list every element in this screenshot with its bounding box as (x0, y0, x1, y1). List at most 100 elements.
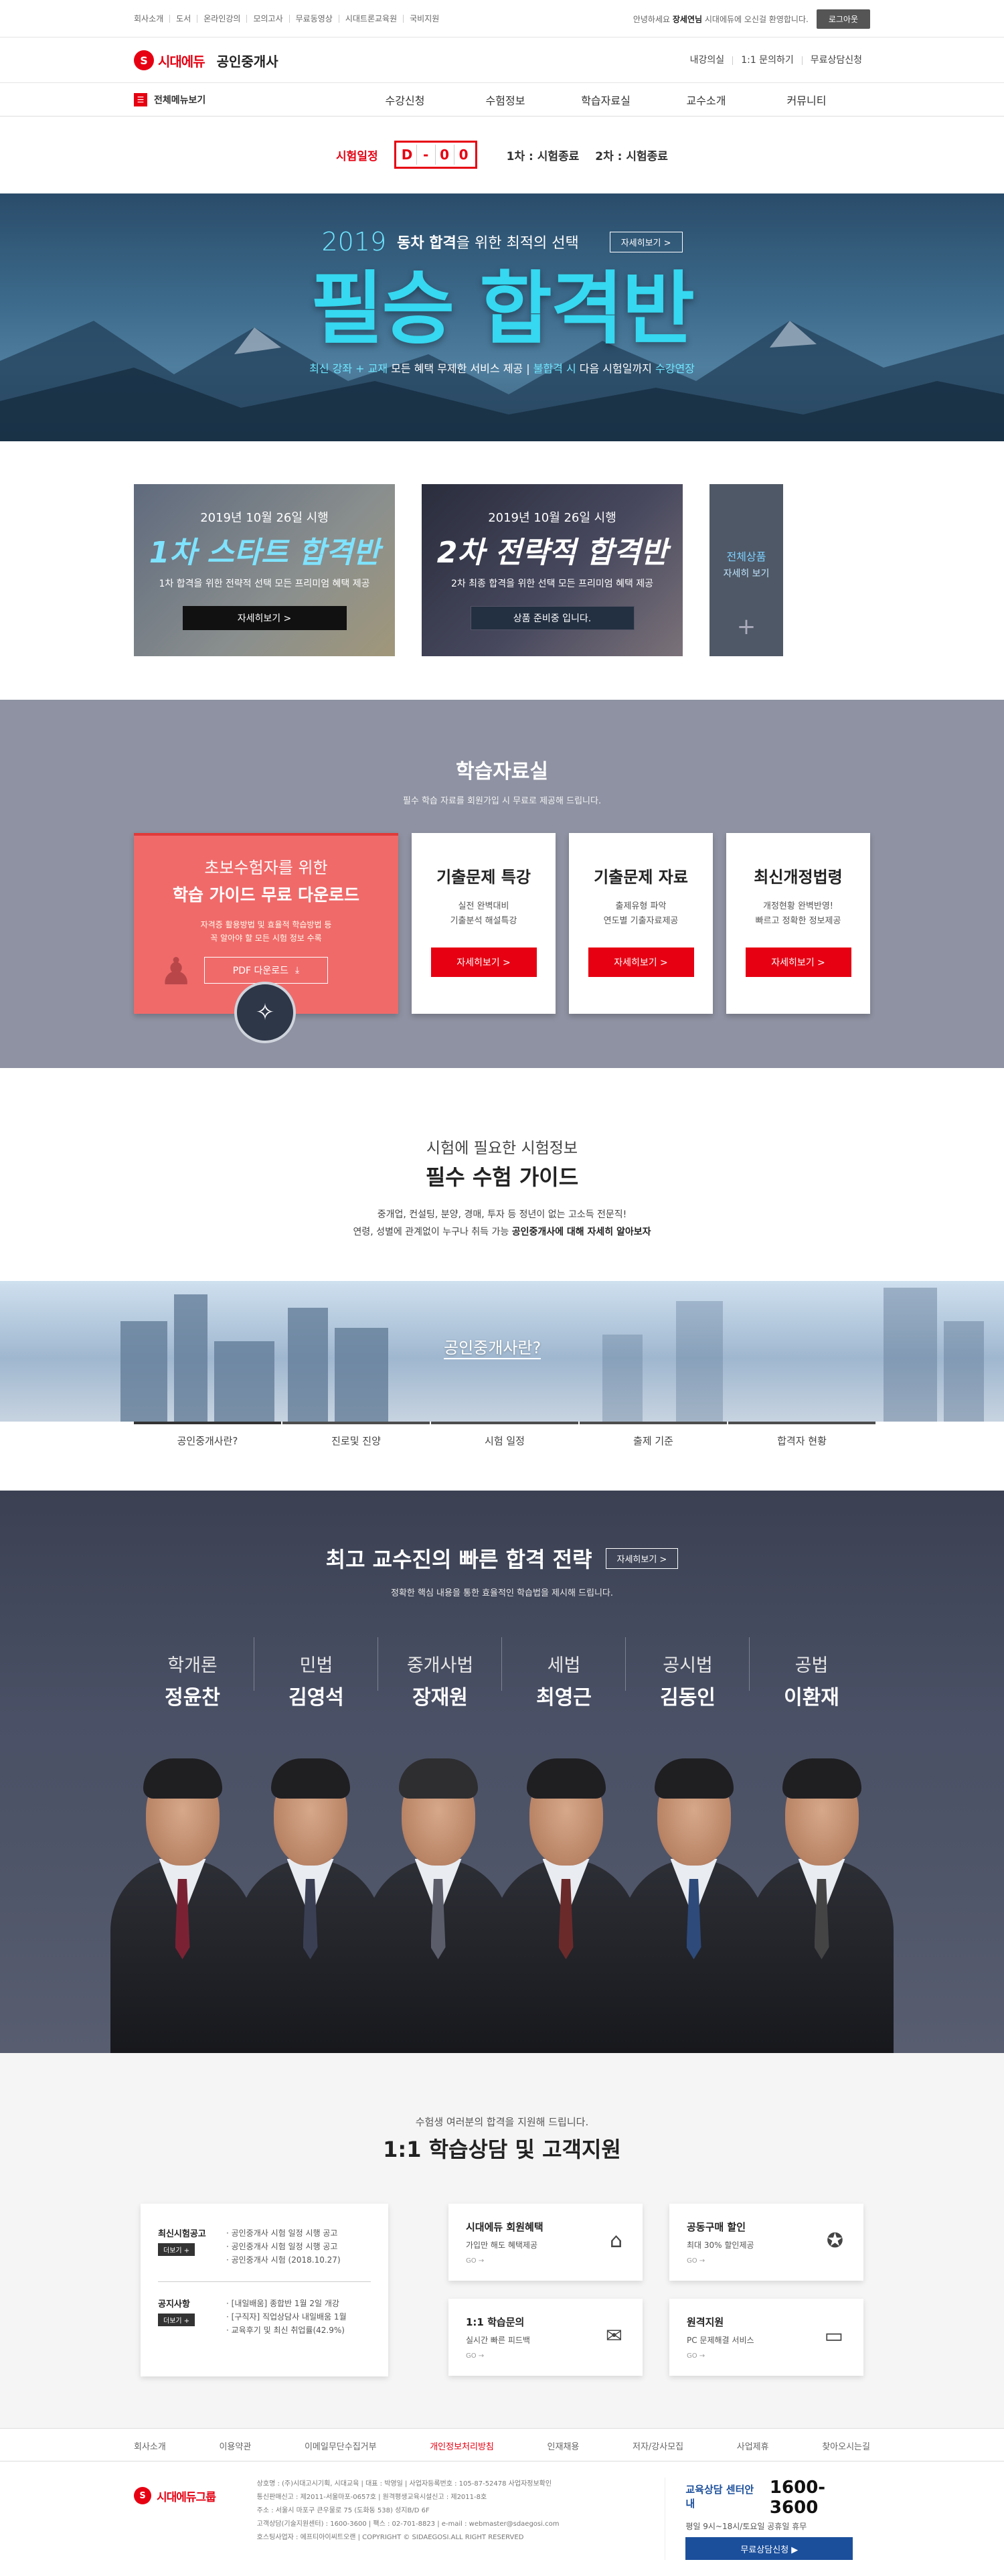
tab-what-is[interactable]: 공인중개사란? (134, 1422, 281, 1448)
nav-item-exam-info[interactable]: 수험정보 (455, 92, 556, 108)
notice-item[interactable]: · 공인중개사 시험 일정 시행 공고 (226, 2240, 341, 2253)
top-link[interactable]: 국비지원 (403, 15, 445, 23)
notice-more-button[interactable]: 더보기 + (158, 2243, 195, 2256)
logout-button[interactable]: 로그아웃 (816, 9, 870, 29)
gift-icon: ⌂ (609, 2229, 622, 2253)
professor-subject: 세법 (547, 1655, 581, 1676)
guide-line1: 초보수험자를 위한 (204, 858, 328, 877)
study-card-desc: 출제유형 파악 (615, 901, 667, 911)
professor-item[interactable]: 학개론 정윤찬 (131, 1637, 254, 1710)
product-detail-button[interactable]: 자세히보기 > (182, 606, 347, 630)
site-name[interactable]: 공인중개사 (217, 51, 278, 70)
professors-section: 최고 교수진의 빠른 합격 전략 자세히보기 > 정확한 핵심 내용을 통한 효… (0, 1491, 1004, 2053)
product-card-first[interactable]: 2019년 10월 26일 시행 1차 스타트 합격반 1차 합격을 위한 전략… (134, 484, 395, 656)
top-link[interactable]: 회사소개 (134, 15, 169, 23)
service-desc: 실시간 빠른 피드백 (466, 2336, 530, 2345)
plus-icon: + (736, 613, 756, 640)
professor-item[interactable]: 공시법 김동인 (626, 1637, 750, 1710)
free-consult-button[interactable]: 무료상담신청 ▶ (685, 2537, 853, 2560)
professor-item[interactable]: 공법 이환재 (750, 1651, 873, 1710)
top-link[interactable]: 온라인강의 (197, 15, 246, 23)
pdf-download-button[interactable]: PDF 다운로드 ⤓ (204, 957, 328, 984)
study-card-button[interactable]: 자세히보기 > (588, 948, 694, 977)
footer-link-privacy[interactable]: 개인정보처리방침 (430, 2439, 494, 2452)
service-card-inquiry[interactable]: 1:1 학습문의 실시간 빠른 피드백 GO → ✉ (448, 2299, 643, 2376)
all-menu-button[interactable]: ☰ 전체메뉴보기 (134, 93, 355, 106)
service-card-remote[interactable]: 원격지원 PC 문제해결 서비스 GO → ▭ (669, 2299, 863, 2376)
company-info: 상호명 : (주)시대고시기획, 시대교육 | 대표 : 박영일 | 사업자등록… (257, 2478, 652, 2560)
footer-link[interactable]: 회사소개 (134, 2439, 166, 2452)
nav-item-community[interactable]: 커뮤니티 (756, 92, 857, 108)
professor-item[interactable]: 중개사법 장재원 (378, 1637, 502, 1710)
tab-criteria[interactable]: 출제 기준 (580, 1422, 727, 1448)
service-title: 1:1 학습문의 (466, 2316, 525, 2328)
footer-link[interactable]: 찾아오시는길 (822, 2439, 870, 2452)
company-info-line: 호스팅사업자 : 에프티아이씨트오랜 | COPYRIGHT © SIDAEGO… (256, 2534, 524, 2541)
footer-link[interactable]: 저자/강사모집 (633, 2439, 683, 2452)
study-card-desc: 실전 완벽대비 (458, 901, 509, 911)
faq-item[interactable]: · [내일배움] 종합반 1월 2일 개강 (226, 2297, 347, 2310)
study-card-button[interactable]: 자세히보기 > (430, 948, 537, 977)
footer-link[interactable]: 이메일무단수집거부 (305, 2439, 377, 2452)
footer-link[interactable]: 사업제휴 (737, 2439, 769, 2452)
notice-item[interactable]: · 공인중개사 시험 (2018.10.27) (226, 2253, 341, 2267)
footer-logo: S 시대에듀그룹 (134, 2487, 257, 2504)
service-card-member[interactable]: 시대에듀 회원혜택 가입만 해도 혜택제공 GO → ⌂ (448, 2204, 643, 2281)
nav-item-professors[interactable]: 교수소개 (656, 92, 756, 108)
faq-item[interactable]: · [구직자] 직업상담사 내일배움 1월 (226, 2310, 347, 2324)
tab-career[interactable]: 진로및 진양 (282, 1422, 430, 1448)
professor-photo (750, 1738, 894, 2053)
professor-item[interactable]: 세법 최영근 (502, 1637, 626, 1710)
top-link[interactable]: 무료동영상 (288, 15, 339, 23)
footer-link[interactable]: 이용약관 (219, 2439, 251, 2452)
inquiry-link[interactable]: 1:1 문의하기 (732, 56, 802, 65)
my-classroom-link[interactable]: 내강의실 (682, 56, 733, 65)
logo[interactable]: S 시대에듀 (134, 50, 205, 70)
greeting-prefix: 안녕하세요 (633, 14, 671, 24)
logo-icon: S (134, 50, 154, 70)
service-card-group-buy[interactable]: 공동구매 할인 최대 30% 할인제공 GO → ✪ (669, 2204, 863, 2281)
dday-char: - (417, 145, 436, 165)
study-card-button[interactable]: 자세히보기 > (745, 948, 851, 977)
guide-download-card[interactable]: ♟ 초보수험자를 위한 학습 가이드 무료 다운로드 자격증 활용방법 및 효율… (134, 833, 398, 1043)
nav-item-enroll[interactable]: 수강신청 (355, 92, 455, 108)
study-subtitle: 필수 학습 자료를 회원가입 시 무료로 제공해 드립니다. (402, 796, 602, 806)
product-desc: 1차 합격을 위한 전략적 선택 모든 프리미엄 혜택 제공 (159, 579, 370, 589)
brand[interactable]: S 시대에듀 공인중개사 (134, 50, 278, 70)
tab-schedule[interactable]: 시험 일정 (431, 1422, 578, 1448)
all-products-button[interactable]: 전체상품 자세히 보기 + (709, 484, 783, 656)
guide-desc2: 꼭 알아야 할 모든 시험 정보 수록 (210, 933, 322, 943)
professor-item[interactable]: 민법 김영석 (254, 1637, 378, 1710)
hero-banner: 2019 동차 합격을 위한 최적의 선택 자세히보기 > 필승 합격반 최신 … (0, 194, 1004, 441)
city-label-link[interactable]: 공인중개사란? (444, 1335, 541, 1359)
consult-pre: 수험생 여러분의 합격을 지원해 드립니다. (415, 2116, 589, 2128)
free-consult-link[interactable]: 무료상담신청 (801, 56, 870, 65)
guide-line2: 학습 가이드 무료 다운로드 (172, 885, 360, 905)
top-link[interactable]: 시대트론교육원 (338, 15, 403, 23)
guide-desc1: 자격증 활용방법 및 효율적 학습방법 등 (200, 920, 332, 929)
study-card-desc: 개정현황 완벽반영! (762, 901, 834, 911)
professor-subject: 학개론 (167, 1655, 218, 1676)
professor-photo (366, 1738, 510, 2053)
nav-item-study-room[interactable]: 학습자료실 (556, 92, 656, 108)
study-card: 기출문제 특강 실전 완벽대비 기출분석 해설특강 자세히보기 > (412, 833, 556, 1014)
product-title: 1차 스타트 합격반 (149, 536, 380, 570)
company-info-line: 상호명 : (주)시대고시기획, 시대교육 | 대표 : 박영일 | 사업자등록… (256, 2480, 552, 2488)
footer-link[interactable]: 인재채용 (548, 2439, 580, 2452)
monitor-icon: ▭ (824, 2324, 843, 2348)
tab-pass-status[interactable]: 합격자 현황 (728, 1422, 875, 1448)
top-link[interactable]: 모의고사 (246, 15, 288, 23)
top-link[interactable]: 도서 (169, 15, 197, 23)
product-preparing-button[interactable]: 상품 준비중 입니다. (470, 606, 635, 630)
product-card-second[interactable]: 2019년 10월 26일 시행 2차 전략적 합격반 2차 최종 합격을 위한… (422, 484, 683, 656)
site-footer: S 시대에듀그룹 상호명 : (주)시대고시기획, 시대교육 | 대표 : 박영… (0, 2461, 1004, 2574)
faq-more-button[interactable]: 더보기 + (158, 2314, 195, 2326)
faq-item[interactable]: · 교육후기 및 최신 취업률(42.9%) (226, 2324, 347, 2337)
notice-item[interactable]: · 공인중개사 시험 일정 시행 공고 (226, 2226, 341, 2240)
company-info-line: 고객상담(기술지원센터) : 1600-3600 | 팩스 : 02-701-8… (256, 2520, 560, 2528)
hero-detail-button[interactable]: 자세히보기 > (609, 231, 683, 252)
logo-icon: S (134, 2487, 151, 2504)
pdf-download-label: PDF 다운로드 (232, 966, 289, 976)
professors-detail-button[interactable]: 자세히보기 > (605, 1547, 679, 1569)
study-card: 기출문제 자료 출제유형 파악 연도별 기출자료제공 자세히보기 > (569, 833, 713, 1014)
